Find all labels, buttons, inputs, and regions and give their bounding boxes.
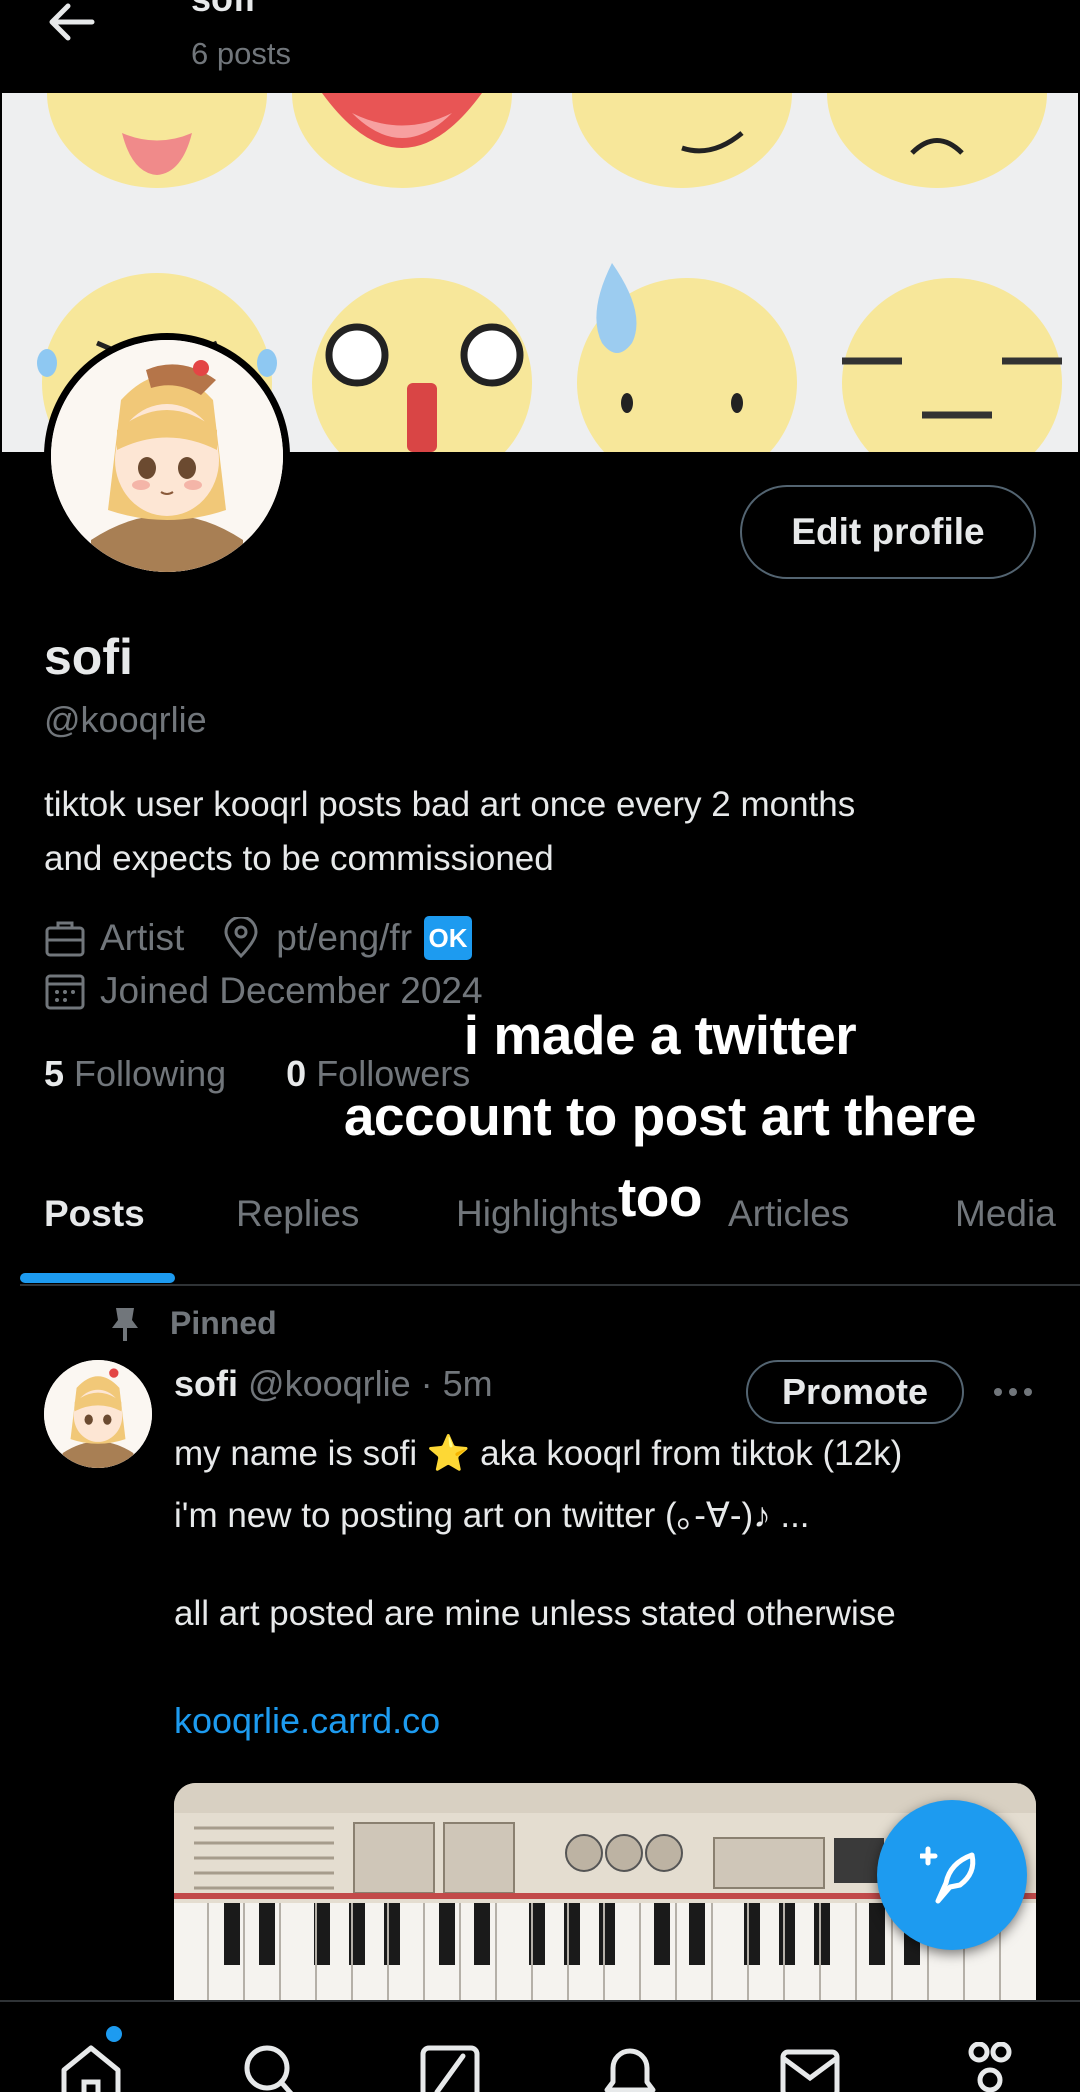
post-text-line: all art posted are mine unless stated ot… xyxy=(174,1594,896,1633)
compose-button[interactable] xyxy=(877,1800,1027,1950)
nav-home[interactable] xyxy=(56,2042,126,2092)
profile-header: sofi 6 posts xyxy=(0,0,1080,93)
caption-line: too xyxy=(617,1166,703,1228)
post-text-line: my name is sofi ⭐ aka kooqrl from tiktok… xyxy=(174,1433,902,1474)
tabs-divider xyxy=(20,1284,1080,1286)
edit-profile-button[interactable]: Edit profile xyxy=(740,485,1036,579)
display-name: sofi xyxy=(44,629,133,685)
communities-icon xyxy=(968,2042,1012,2092)
grok-icon xyxy=(420,2045,480,2092)
post-author-avatar[interactable] xyxy=(44,1360,152,1468)
profile-avatar[interactable] xyxy=(44,333,290,579)
following-count: 5 xyxy=(44,1053,65,1094)
bio-line: tiktok user kooqrl posts bad art once ev… xyxy=(44,785,856,824)
ok-emoji-badge: OK xyxy=(424,916,473,960)
profile-location: pt/eng/fr xyxy=(276,917,413,958)
nav-notifications[interactable] xyxy=(595,2042,665,2092)
map-pin-icon xyxy=(224,917,258,959)
arrow-left-icon xyxy=(49,3,95,41)
post-author-meta: @kooqrlie · 5m xyxy=(248,1363,493,1404)
star-emoji: ⭐ xyxy=(426,1434,471,1473)
nav-communities[interactable] xyxy=(955,2042,1025,2092)
avatar-illustration xyxy=(51,340,283,572)
pin-icon xyxy=(112,1307,138,1341)
post-header: sofi @kooqrlie · 5m xyxy=(174,1363,493,1405)
calendar-icon xyxy=(45,974,85,1010)
user-handle: @kooqrlie xyxy=(44,699,207,740)
tab-posts[interactable]: Posts xyxy=(44,1193,145,1235)
nav-grok[interactable] xyxy=(415,2042,485,2092)
post-link[interactable]: kooqrlie.carrd.co xyxy=(174,1700,440,1742)
video-caption-overlay: i made a twitter account to post art the… xyxy=(300,995,1020,1238)
avatar-illustration xyxy=(44,1360,152,1468)
more-dots-icon xyxy=(994,1388,1032,1396)
home-icon xyxy=(61,2045,121,2092)
caption-line: account to post art there xyxy=(343,1085,977,1147)
post-text-segment: my name is sofi xyxy=(174,1434,427,1473)
profile-meta-category-location: Artist pt/eng/fr OK xyxy=(44,916,473,960)
back-button[interactable] xyxy=(44,0,96,44)
search-icon xyxy=(244,2045,294,2092)
post-more-button[interactable] xyxy=(990,1372,1036,1412)
following-link[interactable]: 5 Following xyxy=(44,1053,226,1094)
following-label: Following xyxy=(74,1053,227,1094)
post-text-segment: aka kooqrl from tiktok (12k) xyxy=(470,1434,903,1473)
notifications-icon xyxy=(604,2048,656,2092)
profile-bio: tiktok user kooqrl posts bad art once ev… xyxy=(44,778,1024,886)
messages-icon xyxy=(780,2049,840,2092)
profile-category: Artist xyxy=(100,917,185,958)
nav-messages[interactable] xyxy=(775,2042,845,2092)
briefcase-icon xyxy=(45,921,85,957)
compose-feather-icon xyxy=(920,1846,976,1904)
active-tab-indicator xyxy=(20,1273,175,1283)
bio-line: and expects to be commissioned xyxy=(44,839,554,878)
header-name: sofi xyxy=(191,0,255,20)
home-notification-dot xyxy=(106,2026,122,2042)
bottom-navigation xyxy=(0,2000,1080,2092)
nav-search[interactable] xyxy=(235,2042,305,2092)
post-text-line: i'm new to posting art on twitter (｡-∀-)… xyxy=(174,1496,810,1535)
header-post-count: 6 posts xyxy=(191,36,291,71)
promote-button[interactable]: Promote xyxy=(746,1360,964,1424)
pinned-indicator: Pinned xyxy=(110,1305,277,1342)
caption-line: i made a twitter xyxy=(463,1004,857,1066)
pinned-label: Pinned xyxy=(170,1305,277,1341)
post-author-name[interactable]: sofi xyxy=(174,1363,238,1404)
